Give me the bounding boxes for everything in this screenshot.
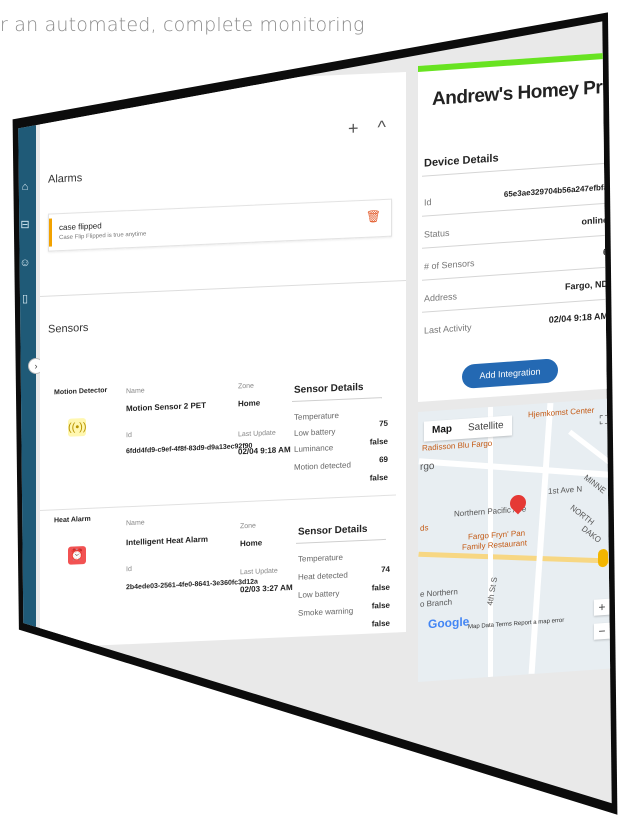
detail-value: false <box>369 436 388 447</box>
sensor-zone-label: Zone <box>240 522 256 531</box>
map-road <box>528 403 554 674</box>
map-road <box>418 458 612 478</box>
alarm-icon: ⏰ <box>68 545 86 565</box>
trash-icon[interactable]: 🗑 <box>366 209 381 224</box>
alarms-title: Alarms <box>48 172 83 186</box>
sensor-name-label: Name <box>126 387 145 396</box>
sensor-last-update-label: Last Update <box>240 567 278 577</box>
device-row-value: 02/04 9:18 AM <box>548 310 608 325</box>
panel-toolbar: + ^ <box>334 117 386 140</box>
alarm-subtitle: Case Flip Flipped is true anytime <box>59 231 147 242</box>
device-row-label: Status <box>424 227 450 240</box>
detail-value: 74 <box>381 564 390 575</box>
detail-value: false <box>369 472 388 483</box>
detail-label: Temperature <box>298 552 343 564</box>
device-panel: Andrew's Homey Pro Device Details Id 65e… <box>418 52 614 403</box>
map-label: Hjemkomst Center <box>528 405 595 420</box>
vibration-icon: ((•)) <box>68 417 87 437</box>
map-label: e Northern <box>420 587 458 599</box>
app-screen: ⌂ ⊟ ☺ ▯ › + ^ Alarms case flipped Case F… <box>18 21 614 804</box>
sensor-name-label: Name <box>126 519 145 528</box>
tab-map[interactable]: Map <box>424 419 460 442</box>
street-view-icon[interactable] <box>598 548 608 568</box>
device-row-value: 65e3ae329704b56a247efbfa <box>503 182 608 199</box>
add-integration-button[interactable]: Add Integration <box>462 358 558 389</box>
zoom-out-button[interactable]: − <box>594 622 610 640</box>
device-row-label: Id <box>424 197 432 208</box>
zoom-in-button[interactable]: + <box>594 598 610 616</box>
sensor-details-rule <box>296 538 386 544</box>
sensors-title: Sensors <box>48 321 89 336</box>
collapse-icon[interactable]: ^ <box>378 117 386 137</box>
device-details-title: Device Details <box>424 152 499 170</box>
sensor-id-label: Id <box>126 431 132 440</box>
map-label: ds <box>420 523 429 533</box>
device-row-value: online <box>581 214 609 227</box>
detail-label: Heat detected <box>298 570 348 582</box>
sensor-type: Heat Alarm <box>54 515 91 525</box>
sensor-last-update: 02/04 9:18 AM <box>238 445 291 457</box>
map-label: NORTH <box>568 503 596 528</box>
tab-satellite[interactable]: Satellite <box>460 415 512 439</box>
sensor-name: Motion Sensor 2 PET <box>126 400 207 414</box>
detail-value: false <box>371 582 390 593</box>
detail-value: 69 <box>379 454 388 465</box>
sensor-zone: Home <box>240 538 263 549</box>
alarm-status-bar <box>49 218 52 247</box>
detail-label: Temperature <box>294 410 339 422</box>
device-name: Andrew's Homey Pro <box>432 76 614 111</box>
sensor-details-title: Sensor Details <box>294 381 364 396</box>
sensor-details-rule <box>292 397 382 402</box>
device-row-label: Last Activity <box>424 322 472 336</box>
main-panel: + ^ Alarms case flipped Case Flip Flippe… <box>40 72 406 649</box>
sensor-id: 6fdd4fd9-c9ef-4f8f-83d9-d9a13ec92f90 <box>126 442 253 456</box>
sensor-row[interactable]: Heat Alarm ⏰ Name Intelligent Heat Alarm… <box>54 503 390 638</box>
detail-label: Low battery <box>298 588 340 600</box>
clipboard-icon[interactable]: ▯ <box>18 292 32 306</box>
home-icon[interactable]: ⌂ <box>18 180 32 194</box>
detail-value: false <box>371 600 390 611</box>
map-label: o Branch <box>420 597 453 609</box>
detail-label: Luminance <box>294 443 334 454</box>
device-row-rule <box>422 202 608 217</box>
map-road <box>418 551 612 564</box>
map-footer: Map Data Terms Report a map error <box>468 617 565 631</box>
device-row-value: Fargo, ND <box>564 278 608 292</box>
alarm-item[interactable]: case flipped Case Flip Flipped is true a… <box>48 198 392 252</box>
map-label: DAKO <box>579 524 603 545</box>
detail-value: false <box>371 618 390 629</box>
sensor-type: Motion Detector <box>54 387 108 397</box>
device-row-label: Address <box>424 291 458 304</box>
sensor-name: Intelligent Heat Alarm <box>126 534 208 548</box>
alarm-title: case flipped <box>59 221 102 233</box>
users-icon[interactable]: ☺ <box>18 256 32 270</box>
location-map[interactable]: Map Satellite ⛶ Hjemkomst Center Radisso… <box>418 398 612 682</box>
sensor-details-title: Sensor Details <box>298 523 368 538</box>
map-type-tabs: Map Satellite <box>424 415 512 442</box>
sensor-last-update-label: Last Update <box>238 429 276 439</box>
sensor-zone: Home <box>238 398 261 409</box>
detail-value: 75 <box>379 418 388 429</box>
package-icon[interactable]: ⊟ <box>18 218 32 232</box>
map-label: 1st Ave N <box>548 484 583 496</box>
device-row-label: # of Sensors <box>424 258 475 272</box>
marketing-caption: r an automated, complete monitoring <box>0 14 365 36</box>
sensor-last-update: 02/03 3:27 AM <box>240 582 293 595</box>
detail-label: Low battery <box>294 427 336 438</box>
google-logo: Google <box>428 614 470 632</box>
sensor-id: 2b4ede03-2561-4fe0-8641-3e360fc3d12a <box>126 578 258 592</box>
detail-label: Motion detected <box>294 460 351 472</box>
sensor-zone-label: Zone <box>238 382 254 391</box>
map-label: rgo <box>420 460 435 473</box>
sensor-row[interactable]: Motion Detector ((•)) Name Motion Sensor… <box>54 375 390 510</box>
sensor-id-label: Id <box>126 565 132 574</box>
fullscreen-icon[interactable]: ⛶ <box>600 413 608 429</box>
section-divider <box>40 280 406 297</box>
detail-label: Smoke warning <box>298 606 354 618</box>
add-icon[interactable]: + <box>348 118 359 138</box>
